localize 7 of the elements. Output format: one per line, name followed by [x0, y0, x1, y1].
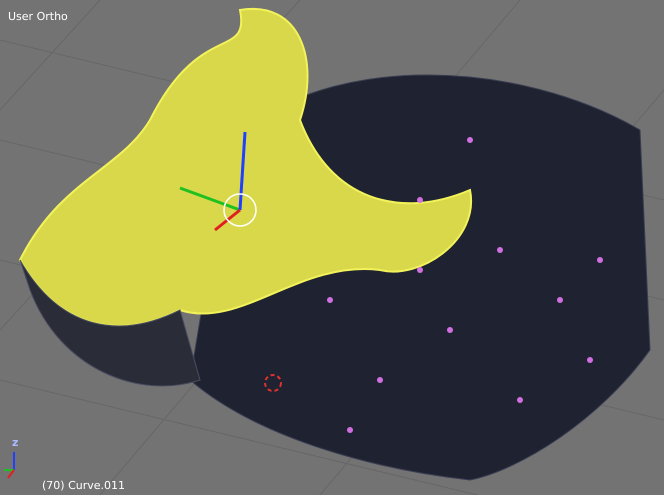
viewport[interactable]: User Ortho z (70) Curve.011: [0, 0, 664, 495]
axis-gizmo-icon: [4, 452, 15, 479]
object-label: (70) Curve.011: [42, 480, 126, 491]
transform-gizmo-icon[interactable]: [179, 132, 257, 232]
3d-cursor-icon: [264, 374, 282, 392]
view-label: User Ortho: [8, 11, 68, 22]
axis-label: z: [12, 437, 18, 448]
